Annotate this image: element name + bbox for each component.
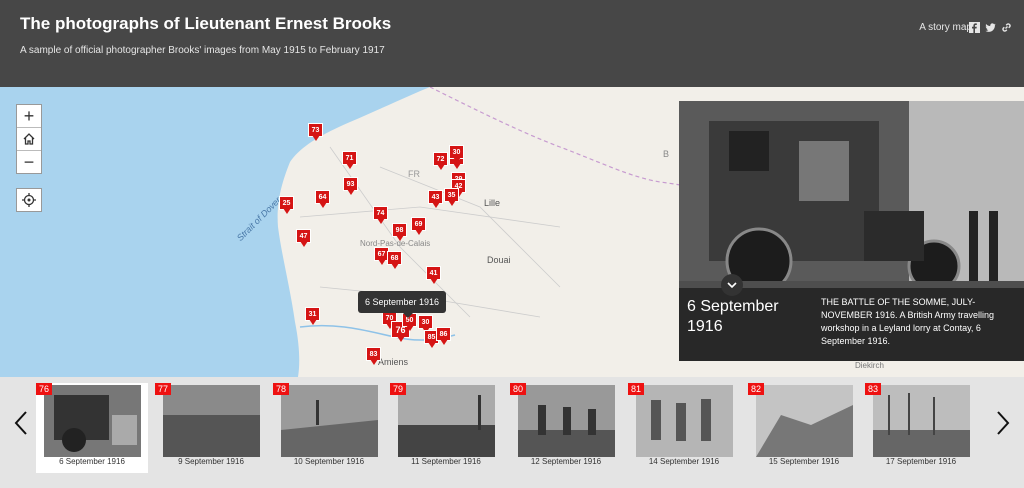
map-marker[interactable]: 47 <box>296 229 312 247</box>
thumbnail-date: 17 September 1916 <box>885 457 957 466</box>
chevron-right-icon <box>997 411 1010 435</box>
map-marker[interactable]: 35 <box>444 188 460 206</box>
header: The photographs of Lieutenant Ernest Bro… <box>0 0 1024 87</box>
thumbnail-date: 11 September 1916 <box>411 457 481 466</box>
thumbnail-date: 6 September 1916 <box>59 457 125 466</box>
page-title: The photographs of Lieutenant Ernest Bro… <box>20 14 392 33</box>
thumbnail-item[interactable]: 77 9 September 1916 <box>155 383 267 473</box>
map-marker[interactable]: 73 <box>308 123 324 141</box>
carousel-next-button[interactable] <box>996 410 1010 436</box>
chevron-down-icon <box>727 282 737 289</box>
thumbnail-number: 76 <box>36 383 53 395</box>
thumbnail-date: 15 September 1916 <box>768 457 840 466</box>
thumbnail-image <box>518 385 615 457</box>
map-marker[interactable]: 93 <box>343 177 359 195</box>
map-marker[interactable]: 69 <box>411 217 427 235</box>
map-marker[interactable]: 71 <box>342 151 358 169</box>
thumbnail-number: 77 <box>155 383 172 395</box>
thumbnail-image <box>163 385 260 457</box>
thumbnail-image <box>756 385 853 457</box>
zoom-in-button[interactable]: + <box>17 105 41 128</box>
map-marker[interactable]: 72 <box>433 152 449 170</box>
thumbnail-image <box>873 385 970 457</box>
map-marker[interactable]: 41 <box>426 266 442 284</box>
page-subtitle: A sample of official photographer Brooks… <box>20 45 385 56</box>
thumbnail-number: 80 <box>510 383 527 395</box>
map-label-douai: Douai <box>487 255 511 265</box>
map-label-b: B <box>663 149 670 159</box>
map-marker[interactable]: 30 <box>449 145 465 163</box>
thumbnail-item[interactable]: 81 14 September 1916 <box>628 383 740 473</box>
thumbnail-item[interactable]: 76 6 September 1916 <box>36 383 148 473</box>
chevron-left-icon <box>14 411 27 435</box>
share-links <box>969 20 1012 33</box>
map-marker[interactable]: 74 <box>373 206 389 224</box>
map-marker[interactable]: 86 <box>436 327 452 345</box>
thumbnail-image <box>636 385 733 457</box>
map-marker[interactable]: 98 <box>392 223 408 241</box>
zoom-out-button[interactable]: − <box>17 151 41 173</box>
thumbnail-image <box>398 385 495 457</box>
thumbnail-item[interactable]: 80 12 September 1916 <box>510 383 622 473</box>
map-marker[interactable]: 68 <box>387 251 403 269</box>
thumbnail-item[interactable]: 82 15 September 1916 <box>748 383 860 473</box>
facebook-icon[interactable] <box>969 20 980 33</box>
twitter-icon[interactable] <box>985 20 996 32</box>
thumbnail-item[interactable]: 78 10 September 1916 <box>273 383 385 473</box>
carousel-prev-button[interactable] <box>14 410 28 436</box>
thumbnail-number: 81 <box>628 383 645 395</box>
locate-icon <box>22 193 36 207</box>
photo-date: 6 September 1916 <box>687 298 779 335</box>
link-icon[interactable] <box>1001 20 1012 32</box>
map-label-amiens: Amiens <box>378 357 409 367</box>
thumbnail-date: 9 September 1916 <box>178 457 244 466</box>
photo-card: 6 September 1916 THE BATTLE OF THE SOMME… <box>679 101 1024 361</box>
map-marker[interactable]: 31 <box>305 307 321 325</box>
home-icon <box>23 133 35 145</box>
map-label-fr: FR <box>408 169 420 179</box>
zoom-controls: + − <box>16 104 42 174</box>
thumbnail-number: 83 <box>865 383 882 395</box>
thumbnail-item[interactable]: 79 11 September 1916 <box>390 383 502 473</box>
thumbnail-date: 14 September 1916 <box>648 457 720 466</box>
thumbnail-number: 82 <box>748 383 765 395</box>
thumbnail-number: 79 <box>390 383 407 395</box>
thumbnail-item[interactable]: 83 17 September 1916 <box>865 383 977 473</box>
thumbnail-image <box>44 385 141 457</box>
thumbnail-date: 12 September 1916 <box>530 457 602 466</box>
collapse-caption-button[interactable] <box>721 274 743 296</box>
map-label-lille: Lille <box>484 198 501 208</box>
map-marker[interactable]: 83 <box>366 347 382 365</box>
map-marker[interactable]: 43 <box>428 190 444 208</box>
map-label-diekirch: Diekirch <box>855 361 884 370</box>
story-map-link[interactable]: A story map <box>919 22 972 33</box>
thumbnail-number: 78 <box>273 383 290 395</box>
photo-caption: 6 September 1916 THE BATTLE OF THE SOMME… <box>679 288 1024 361</box>
map-tooltip: 6 September 1916 <box>358 291 447 318</box>
photo-description: THE BATTLE OF THE SOMME, JULY-NOVEMBER 1… <box>821 297 995 346</box>
home-button[interactable] <box>17 128 41 151</box>
map-marker[interactable]: 25 <box>279 196 295 214</box>
map-marker[interactable]: 64 <box>315 190 331 208</box>
thumbnail-image <box>281 385 378 457</box>
locate-button[interactable] <box>16 188 42 212</box>
thumbnail-date: 10 September 1916 <box>293 457 365 466</box>
